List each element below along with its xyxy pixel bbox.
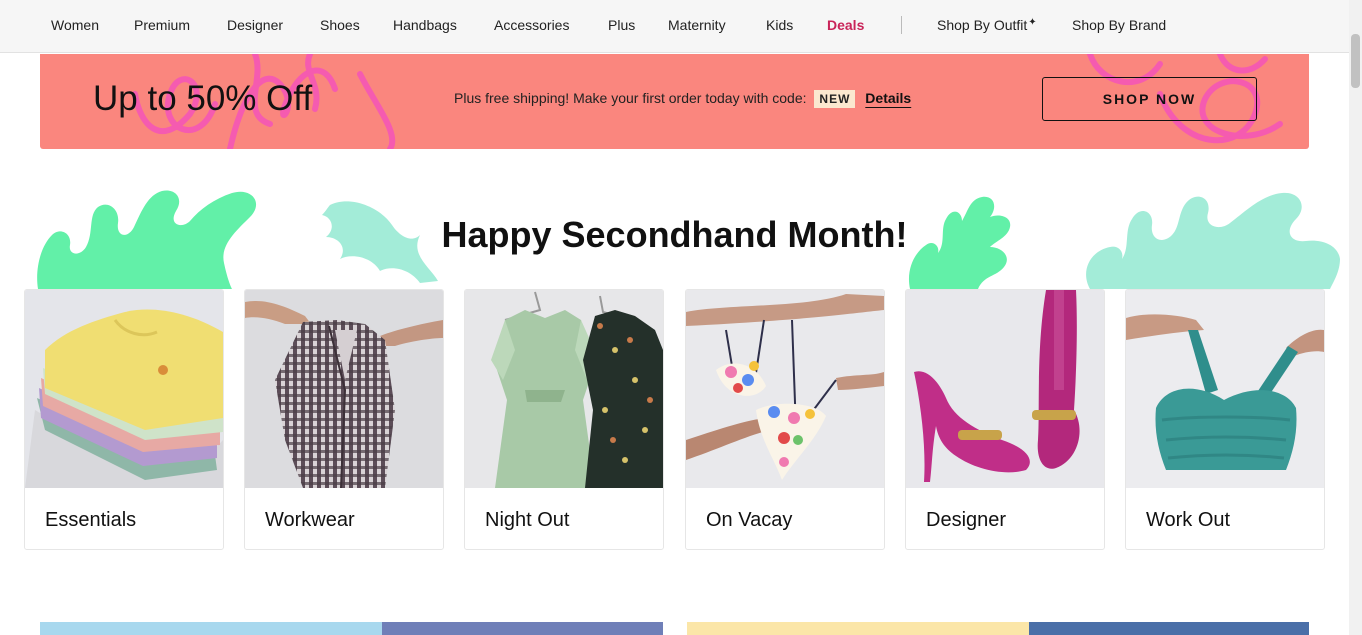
category-label: Work Out xyxy=(1146,509,1231,531)
sports-bra-image xyxy=(1126,290,1324,488)
promo-tile-right-b[interactable] xyxy=(1029,622,1309,635)
promo-details-link[interactable]: Details xyxy=(865,90,911,106)
nav-item-maternity[interactable]: Maternity xyxy=(668,17,726,33)
scrollbar-thumb[interactable] xyxy=(1351,34,1360,88)
category-card-workwear[interactable]: Workwear xyxy=(244,289,444,550)
category-label: On Vacay xyxy=(706,509,793,531)
category-card-essentials[interactable]: Essentials xyxy=(24,289,224,550)
nav-item-kids[interactable]: Kids xyxy=(766,17,793,33)
nav-divider xyxy=(901,16,902,34)
category-card-designer[interactable]: Designer xyxy=(905,289,1105,550)
shop-now-button[interactable]: SHOP NOW xyxy=(1042,77,1257,121)
top-navigation: Women Premium Designer Shoes Handbags Ac… xyxy=(0,0,1349,53)
sparkle-icon: ✦ xyxy=(1028,17,1037,28)
page: Women Premium Designer Shoes Handbags Ac… xyxy=(0,0,1362,635)
promo-tile-right-a[interactable] xyxy=(687,622,1029,635)
category-label: Designer xyxy=(926,509,1007,531)
promo-tile-left-b[interactable] xyxy=(382,622,663,635)
category-label: Workwear xyxy=(265,509,355,531)
nav-item-shop-by-brand[interactable]: Shop By Brand xyxy=(1072,17,1166,33)
section-title: Happy Secondhand Month! xyxy=(441,214,908,255)
category-card-night-out[interactable]: Night Out xyxy=(464,289,664,550)
nav-item-handbags[interactable]: Handbags xyxy=(393,17,457,33)
nav-item-premium[interactable]: Premium xyxy=(134,17,190,33)
promo-subtext: Plus free shipping! Make your first orde… xyxy=(454,90,911,108)
promo-subtext-label: Plus free shipping! Make your first orde… xyxy=(454,90,807,106)
category-card-work-out[interactable]: Work Out xyxy=(1125,289,1325,550)
category-label: Night Out xyxy=(485,509,570,531)
checked-blazer-image xyxy=(245,290,443,488)
vertical-scrollbar[interactable] xyxy=(1349,0,1362,635)
magenta-heels-image xyxy=(906,290,1104,488)
nav-item-designer[interactable]: Designer xyxy=(227,17,283,33)
nav-item-plus[interactable]: Plus xyxy=(608,17,635,33)
category-card-on-vacay[interactable]: On Vacay xyxy=(685,289,885,550)
folded-tshirts-image xyxy=(25,290,223,488)
promo-tile-left-a[interactable] xyxy=(40,622,382,635)
nav-item-shop-by-outfit-label: Shop By Outfit xyxy=(937,17,1028,33)
dresses-on-hangers-image xyxy=(465,290,663,488)
promo-headline: Up to 50% Off xyxy=(93,79,313,118)
nav-item-accessories[interactable]: Accessories xyxy=(494,17,569,33)
nav-item-shoes[interactable]: Shoes xyxy=(320,17,360,33)
nav-item-shop-by-outfit[interactable]: Shop By Outfit✦ xyxy=(937,17,1037,33)
promo-code-badge: NEW xyxy=(814,90,856,108)
promo-banner: Up to 50% Off Plus free shipping! Make y… xyxy=(40,54,1309,149)
category-label: Essentials xyxy=(45,509,137,531)
nav-item-deals[interactable]: Deals xyxy=(827,17,864,33)
nav-item-women[interactable]: Women xyxy=(51,17,99,33)
floral-bikini-image xyxy=(686,290,884,488)
